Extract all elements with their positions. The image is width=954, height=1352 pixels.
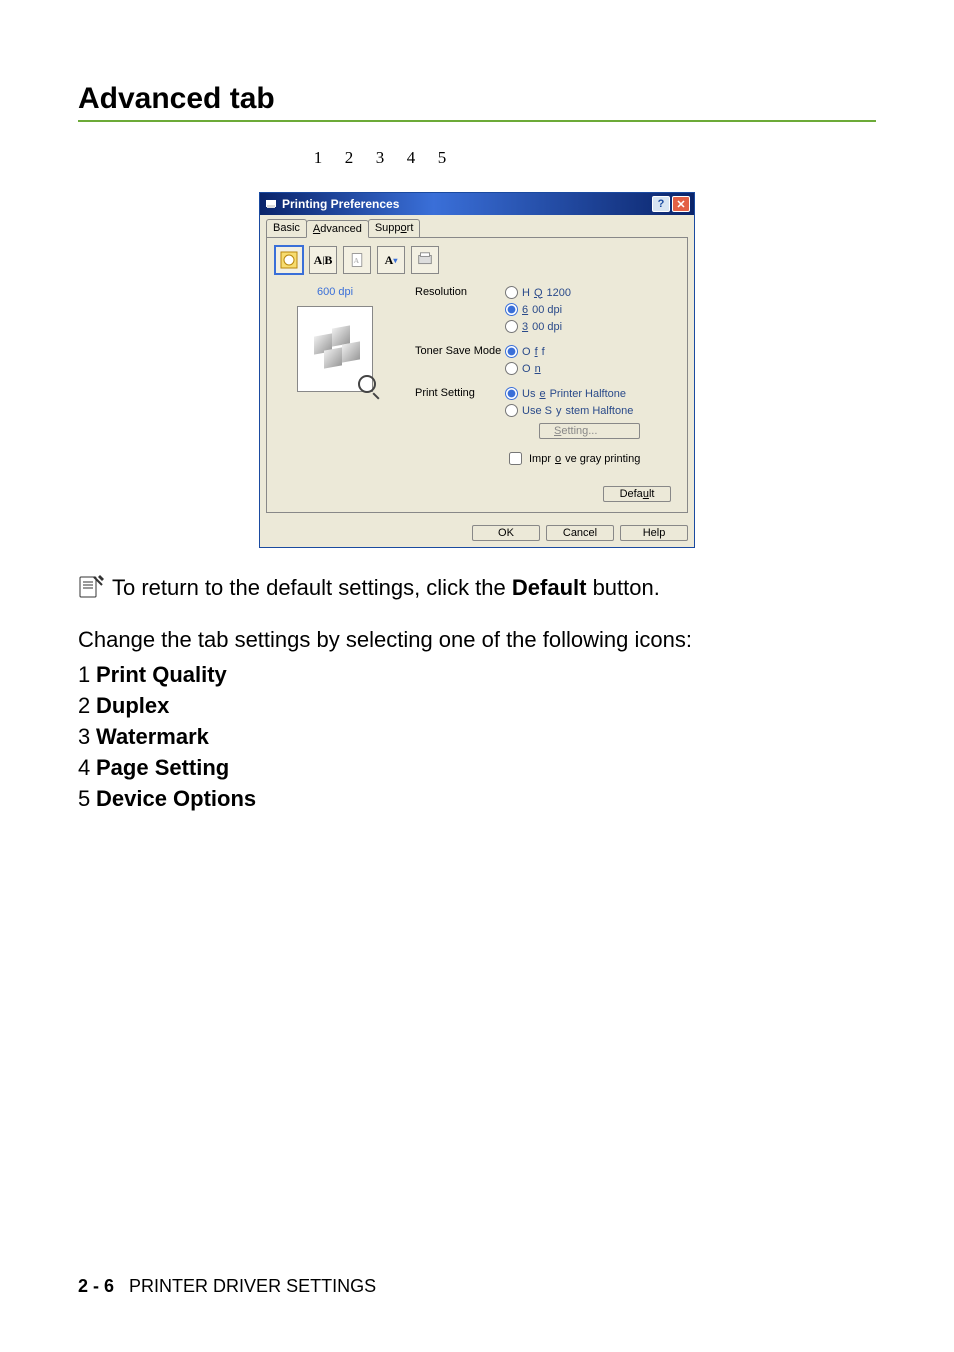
callout-3: 3 (373, 148, 387, 168)
help-button[interactable]: Help (620, 525, 688, 541)
preview-resolution-label: 600 dpi (317, 286, 353, 298)
tab-advanced[interactable]: Advanced (306, 220, 369, 238)
ok-button[interactable]: OK (472, 525, 540, 541)
dialog-title: Printing Preferences (282, 197, 399, 211)
tab-strip: Basic Advanced Support (260, 215, 694, 237)
radio-printer-halftone[interactable]: Use Printer Halftone (505, 387, 640, 400)
callout-4: 4 (404, 148, 418, 168)
watermark-icon[interactable]: A (343, 246, 371, 274)
close-titlebar-button[interactable]: ✕ (672, 196, 690, 212)
advanced-icon-row: A|B A A▾ (275, 246, 679, 274)
note-row: To return to the default settings, click… (78, 573, 876, 603)
tab-basic[interactable]: Basic (266, 219, 307, 237)
radio-hq1200[interactable]: HQ 1200 (505, 286, 571, 299)
toner-label: Toner Save Mode (415, 345, 505, 357)
page-footer: 2 - 6 PRINTER DRIVER SETTINGS (78, 1276, 376, 1297)
tab-panel-advanced: A|B A A▾ 600 dpi (266, 237, 688, 513)
list-item: 3Watermark (78, 722, 876, 753)
radio-system-halftone[interactable]: Use System Halftone (505, 404, 640, 417)
radio-toner-on[interactable]: On (505, 362, 545, 375)
cancel-button[interactable]: Cancel (546, 525, 614, 541)
radio-300dpi[interactable]: 300 dpi (505, 320, 571, 333)
icon-item-list: 1Print Quality 2Duplex 3Watermark 4Page … (78, 660, 876, 814)
titlebar: Printing Preferences ? ✕ (260, 193, 694, 215)
note-icon (78, 573, 104, 599)
print-quality-icon[interactable] (275, 246, 303, 274)
print-setting-label: Print Setting (415, 387, 505, 399)
intro-text: Change the tab settings by selecting one… (78, 625, 876, 655)
app-icon (264, 197, 278, 211)
magnifier-icon (358, 375, 376, 393)
callout-1: 1 (311, 148, 325, 168)
page-setting-icon[interactable]: A▾ (377, 246, 405, 274)
svg-text:A: A (354, 257, 360, 265)
tab-support[interactable]: Support (368, 219, 421, 237)
radio-600dpi[interactable]: 600 dpi (505, 303, 571, 316)
figure-wrap: 1 2 3 4 5 Printing Preferences ? ✕ Basi (78, 152, 876, 548)
help-titlebar-button[interactable]: ? (652, 196, 670, 212)
callout-2: 2 (342, 148, 356, 168)
printing-preferences-dialog: Printing Preferences ? ✕ Basic Advanced … (259, 192, 695, 548)
list-item: 4Page Setting (78, 753, 876, 784)
radio-toner-off[interactable]: Off (505, 345, 545, 358)
note-text: To return to the default settings, click… (112, 573, 660, 603)
device-options-icon[interactable] (411, 246, 439, 274)
preview-image (297, 306, 373, 392)
list-item: 1Print Quality (78, 660, 876, 691)
list-item: 2Duplex (78, 691, 876, 722)
list-item: 5Device Options (78, 784, 876, 815)
callout-5: 5 (435, 148, 449, 168)
callout-numbers: 1 2 3 4 5 (311, 148, 449, 168)
section-title: Advanced tab (78, 82, 876, 122)
halftone-setting-button[interactable]: Setting... (539, 423, 640, 439)
dialog-footer: OK Cancel Help (260, 519, 694, 547)
chapter-name: PRINTER DRIVER SETTINGS (129, 1276, 376, 1296)
default-button[interactable]: Default (603, 486, 671, 502)
preview-pane: 600 dpi (275, 286, 395, 480)
duplex-icon[interactable]: A|B (309, 246, 337, 274)
resolution-label: Resolution (415, 286, 505, 298)
improve-gray-checkbox[interactable]: Improve gray printing (505, 449, 640, 468)
